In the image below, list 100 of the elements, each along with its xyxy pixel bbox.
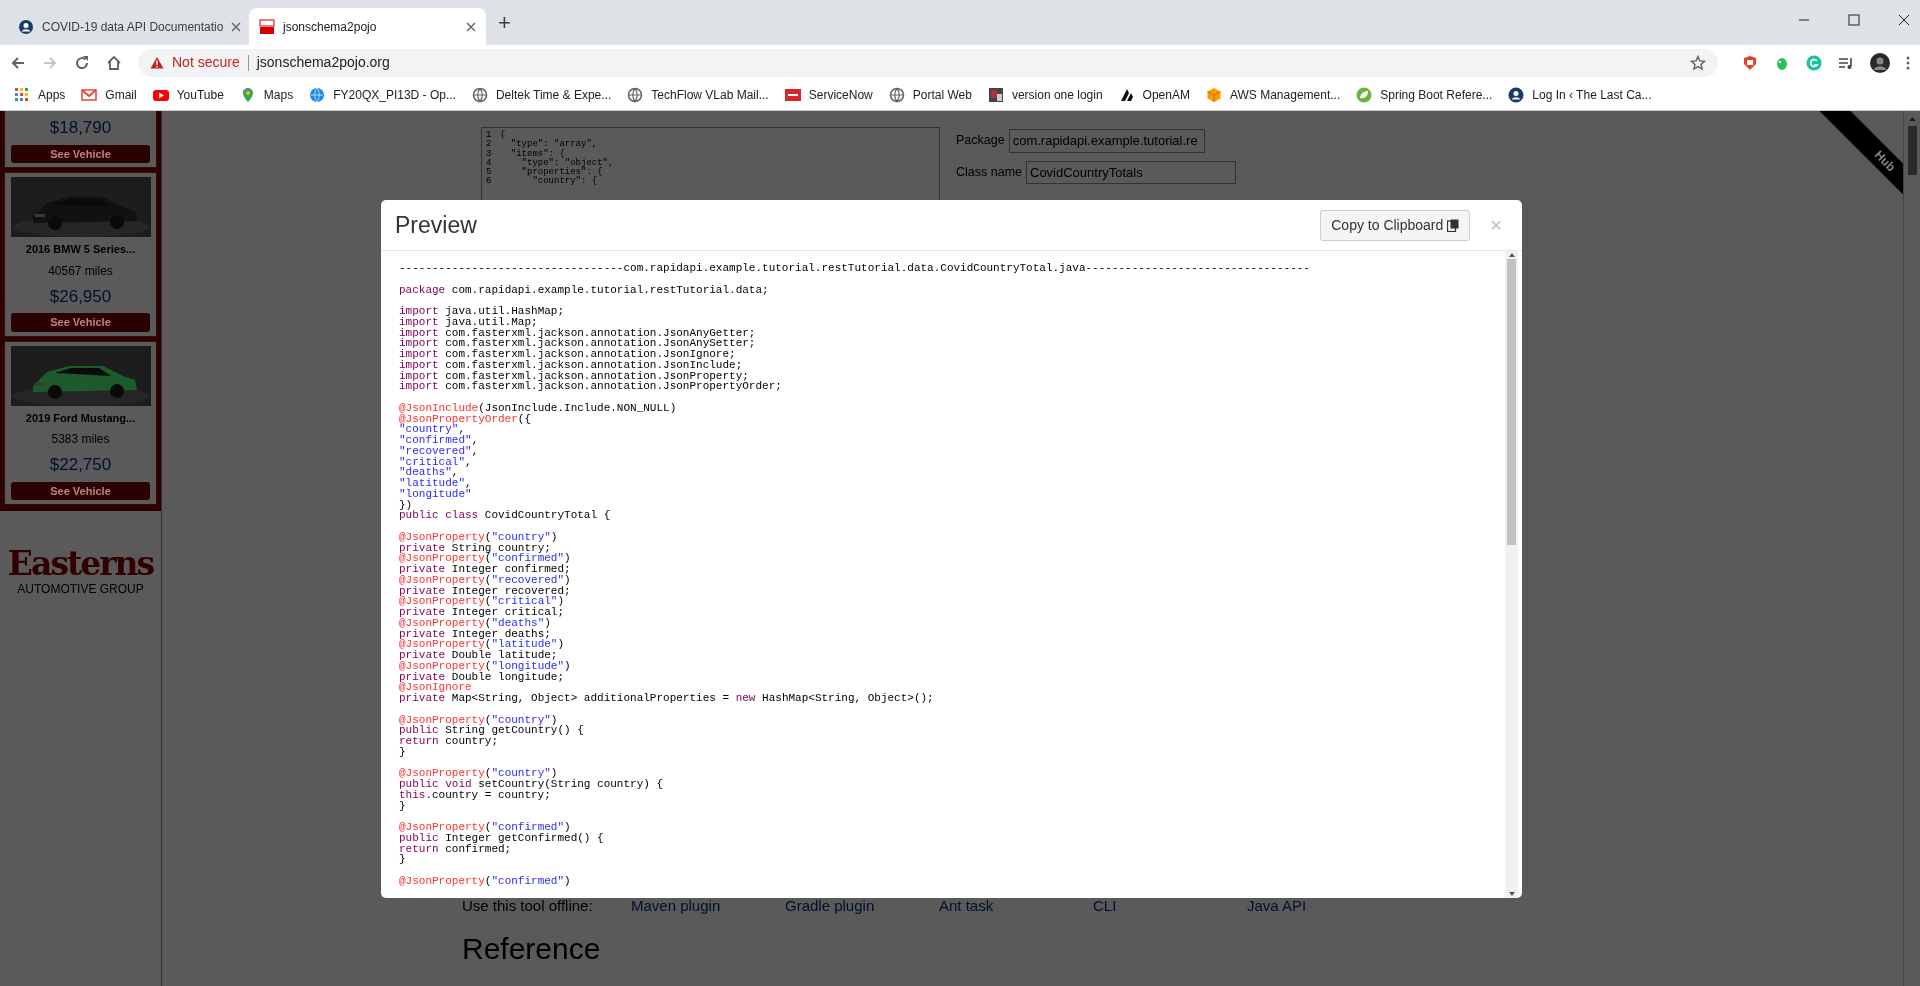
field-label: Class name xyxy=(956,163,1022,181)
code-line: }) xyxy=(399,499,413,511)
home-icon[interactable] xyxy=(106,54,122,71)
see-vehicle-button[interactable]: See Vehicle xyxy=(11,144,150,163)
see-vehicle-button[interactable]: See Vehicle xyxy=(11,313,150,332)
browser-tab[interactable]: COVID-19 data API Documentatio xyxy=(8,8,245,45)
logo-text: Easterns xyxy=(7,547,154,580)
new-tab-button[interactable]: + xyxy=(498,12,511,34)
bookmark-link[interactable]: Spring Boot Refere... xyxy=(1350,84,1499,106)
code-line: @JsonProperty("confirmed") xyxy=(399,822,571,833)
mileage-text: 5383 miles xyxy=(50,431,111,448)
code-scrollbar[interactable] xyxy=(1505,251,1518,898)
code-line: private String country; xyxy=(399,542,551,554)
bookmark-link[interactable]: AWS Management... xyxy=(1199,84,1347,106)
menu-icon[interactable] xyxy=(1906,54,1910,71)
code-line: private Integer deaths; xyxy=(399,628,551,640)
globe-icon xyxy=(888,87,905,103)
code-line: "type": "object", xyxy=(520,158,614,168)
line-number: 3 xyxy=(486,149,493,159)
code-line: @JsonProperty("confirmed") xyxy=(399,875,572,887)
dialog-title: Preview xyxy=(395,210,477,240)
code-line: "recovered", xyxy=(399,445,480,457)
code-line: import java.util.HashMap; xyxy=(399,306,566,317)
code-line: @JsonPropertyOrder({ xyxy=(399,413,532,425)
site-logo-icon xyxy=(987,87,1004,103)
bookmark-link[interactable]: Portal Web xyxy=(882,84,978,106)
site-logo-icon xyxy=(1118,87,1135,103)
back-arrow-icon[interactable] xyxy=(10,54,26,71)
bookmark-link[interactable]: ServiceNow xyxy=(778,84,879,106)
bookmark-link[interactable]: Log In ‹ The Last Ca... xyxy=(1502,84,1658,106)
leaf-icon xyxy=(1356,87,1373,103)
reload-icon[interactable] xyxy=(74,54,90,71)
code-line: "items": { xyxy=(509,149,565,159)
price-text: $22,750 xyxy=(48,454,113,476)
car-model: 2019 Ford Mustang... xyxy=(24,410,137,426)
code-line: import com.fasterxml.jackson.annotation.JsonIgnore; xyxy=(399,349,736,360)
code-line: public String getCountry() { xyxy=(399,725,585,736)
shield-icon[interactable] xyxy=(1742,54,1758,71)
code-line: ----------------------------------com.rapidapi.example.tutorial.restTutorial.data.CovidCountryTotal.java---------------------------------- xyxy=(399,263,1311,274)
play-icon xyxy=(152,87,169,103)
code-line: return confirmed; xyxy=(399,843,512,855)
scroll-down-icon[interactable] xyxy=(1507,890,1516,898)
cube-icon xyxy=(1205,87,1222,103)
url-text: jsonschema2pojo.org xyxy=(256,53,390,72)
code-line: @JsonProperty("confirmed") xyxy=(399,553,572,564)
code-line: "latitude", xyxy=(399,478,473,489)
bookmark-link[interactable]: TechFlow VLab Mail... xyxy=(621,84,775,106)
code-line: this.country = country; xyxy=(399,789,551,801)
field-label: Package xyxy=(956,132,1005,150)
maximize-icon[interactable] xyxy=(1848,14,1860,26)
code-line: } xyxy=(399,746,407,758)
line-number: 4 xyxy=(486,158,493,168)
bookmark-link[interactable]: FY20QX_PI13D - Op... xyxy=(303,84,462,106)
code-line: @JsonProperty("critical") xyxy=(399,596,565,607)
code-line: "country", xyxy=(399,424,466,435)
code-line: package com.rapidapi.example.tutorial.restTutorial.data; xyxy=(399,284,770,296)
car-model: 2016 BMW 5 Series... xyxy=(24,242,137,257)
address-bar[interactable]: Not secure jsonschema2pojo.org xyxy=(138,48,1718,77)
bookmark-link[interactable]: YouTube xyxy=(146,84,230,106)
code-line: @JsonProperty("country") xyxy=(399,714,558,726)
see-vehicle-button[interactable]: See Vehicle xyxy=(11,481,150,500)
browser-tab[interactable]: jsonschema2pojo xyxy=(249,8,486,45)
code-line: } xyxy=(399,800,407,812)
offline-label: Use this tool offline: xyxy=(462,896,594,916)
code-line: @JsonProperty("country") xyxy=(399,768,558,779)
close-icon[interactable] xyxy=(1898,14,1910,26)
code-line: public void setCountry(String country) { xyxy=(399,779,665,790)
star-icon[interactable] xyxy=(1690,54,1706,71)
bookmark-link[interactable]: Apps xyxy=(8,84,72,106)
scroll-thumb[interactable] xyxy=(1907,126,1917,175)
code-line: import com.fasterxml.jackson.annotation.JsonPropertyOrder; xyxy=(399,381,783,392)
code-line: return country; xyxy=(399,736,500,747)
bookmark-link[interactable]: version one login xyxy=(981,84,1109,106)
code-line: private Integer confirmed; xyxy=(399,564,572,575)
close-icon[interactable] xyxy=(466,21,476,32)
copy-button[interactable]: Copy to Clipboard xyxy=(1320,209,1471,241)
line-number: 5 xyxy=(486,168,493,178)
site-logo-icon xyxy=(259,18,275,35)
page-scrollbar[interactable] xyxy=(1903,111,1920,986)
bookmark-link[interactable]: Deltek Time & Expe... xyxy=(465,84,618,106)
avatar-icon[interactable] xyxy=(1870,52,1890,73)
code-line: "longitude" xyxy=(399,488,473,500)
code-line: import com.fasterxml.jackson.annotation.JsonProperty; xyxy=(399,370,749,382)
code-line: @JsonProperty("latitude") xyxy=(399,639,566,650)
scroll-thumb[interactable] xyxy=(1507,259,1516,545)
code-line: "critical", xyxy=(399,456,473,468)
code-line: import java.util.Map; xyxy=(399,316,538,328)
apps-grid-icon xyxy=(14,87,30,103)
section-heading: Reference xyxy=(462,931,602,965)
bookmark-link[interactable]: Gmail xyxy=(75,84,143,106)
code-line: import com.fasterxml.jackson.annotation.JsonAnySetter; xyxy=(399,338,757,349)
code-line: import com.fasterxml.jackson.annotation.JsonAnyGetter; xyxy=(399,327,757,339)
bookmark-link[interactable]: Maps xyxy=(233,84,300,106)
globe-icon xyxy=(627,87,644,103)
bookmark-link[interactable]: OpenAM xyxy=(1112,84,1196,106)
code-line: "deaths", xyxy=(399,467,459,478)
line-number: 1 xyxy=(486,131,493,140)
avatar-icon xyxy=(1508,87,1525,103)
code-line: private Integer critical; xyxy=(399,607,566,618)
code-line: } xyxy=(399,854,407,865)
